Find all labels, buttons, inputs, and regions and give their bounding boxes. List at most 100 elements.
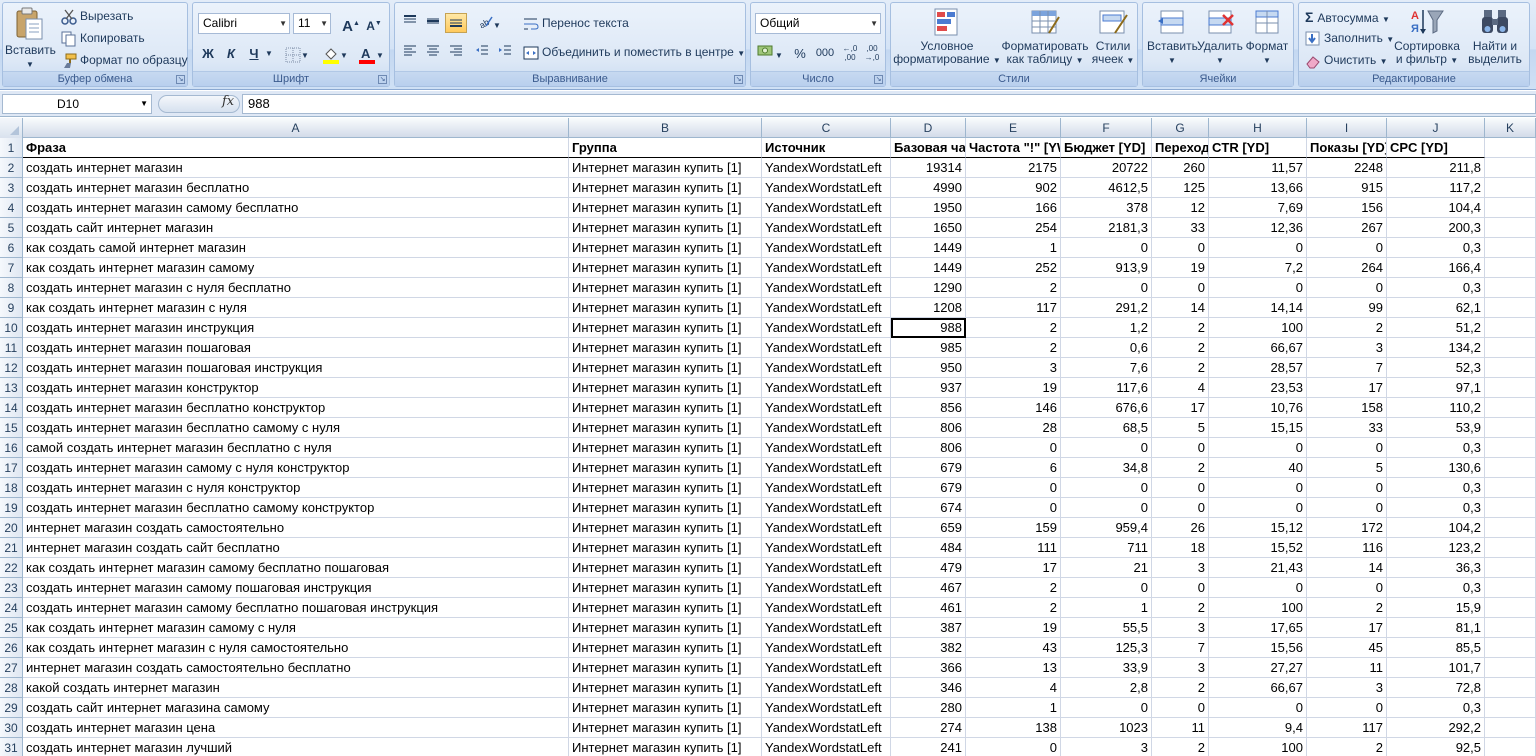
table-cell[interactable]: Интернет магазин купить [1] bbox=[569, 318, 762, 338]
table-cell[interactable]: создать интернет магазин самому с нуля к… bbox=[23, 458, 569, 478]
table-cell[interactable]: YandexWordstatLeft bbox=[762, 198, 891, 218]
table-cell[interactable]: создать интернет магазин с нуля бесплатн… bbox=[23, 278, 569, 298]
table-cell[interactable]: 99 bbox=[1307, 298, 1387, 318]
empty-cell[interactable] bbox=[1485, 198, 1536, 218]
table-cell[interactable]: 21 bbox=[1061, 558, 1152, 578]
table-cell[interactable]: 1290 bbox=[891, 278, 966, 298]
empty-cell[interactable] bbox=[1485, 318, 1536, 338]
table-cell[interactable]: YandexWordstatLeft bbox=[762, 238, 891, 258]
table-cell[interactable]: YandexWordstatLeft bbox=[762, 438, 891, 458]
table-cell[interactable]: 19 bbox=[1152, 258, 1209, 278]
table-cell[interactable]: 2 bbox=[1152, 598, 1209, 618]
table-cell[interactable]: самой создать интернет магазин бесплатно… bbox=[23, 438, 569, 458]
table-cell[interactable]: 12 bbox=[1152, 198, 1209, 218]
table-cell[interactable]: 100 bbox=[1209, 738, 1307, 756]
table-cell[interactable]: 125 bbox=[1152, 178, 1209, 198]
column-header-j[interactable]: J bbox=[1387, 118, 1485, 138]
empty-cell[interactable] bbox=[1485, 538, 1536, 558]
font-name-combo[interactable]: Calibri ▼ bbox=[198, 13, 290, 34]
table-cell[interactable]: 0 bbox=[1307, 238, 1387, 258]
number-format-dropdown-icon[interactable]: ▼ bbox=[870, 14, 878, 33]
table-cell[interactable]: 55,5 bbox=[1061, 618, 1152, 638]
empty-cell[interactable] bbox=[1485, 398, 1536, 418]
empty-cell[interactable] bbox=[1485, 698, 1536, 718]
table-cell[interactable]: 2 bbox=[1152, 338, 1209, 358]
cell-styles-button[interactable]: Стили ячеек ▼ bbox=[1091, 7, 1135, 67]
table-cell[interactable]: 0 bbox=[1209, 438, 1307, 458]
table-cell[interactable]: YandexWordstatLeft bbox=[762, 478, 891, 498]
row-header[interactable]: 19 bbox=[0, 498, 23, 518]
table-cell[interactable]: Интернет магазин купить [1] bbox=[569, 678, 762, 698]
table-cell[interactable]: 0 bbox=[1061, 238, 1152, 258]
table-cell[interactable]: YandexWordstatLeft bbox=[762, 338, 891, 358]
currency-button[interactable]: ▼ bbox=[755, 43, 785, 63]
font-size-dropdown-icon[interactable]: ▼ bbox=[320, 14, 328, 33]
table-cell[interactable]: создать интернет магазин конструктор bbox=[23, 378, 569, 398]
table-cell[interactable]: 902 bbox=[966, 178, 1061, 198]
row-header[interactable]: 9 bbox=[0, 298, 23, 318]
table-cell[interactable]: 2 bbox=[1307, 318, 1387, 338]
table-cell[interactable]: Интернет магазин купить [1] bbox=[569, 738, 762, 756]
table-cell[interactable]: Интернет магазин купить [1] bbox=[569, 178, 762, 198]
table-cell[interactable]: YandexWordstatLeft bbox=[762, 698, 891, 718]
table-cell[interactable]: создать интернет магазин бесплатно bbox=[23, 178, 569, 198]
table-cell[interactable]: 382 bbox=[891, 638, 966, 658]
row-header[interactable]: 4 bbox=[0, 198, 23, 218]
table-cell[interactable]: как создать интернет магазин самому bbox=[23, 258, 569, 278]
table-cell[interactable]: YandexWordstatLeft bbox=[762, 638, 891, 658]
column-header-b[interactable]: B bbox=[569, 118, 762, 138]
table-cell[interactable]: 19 bbox=[966, 378, 1061, 398]
table-cell[interactable]: 679 bbox=[891, 478, 966, 498]
table-cell[interactable]: 1208 bbox=[891, 298, 966, 318]
align-top-button[interactable] bbox=[399, 13, 421, 33]
table-cell[interactable]: как создать самой интернет магазин bbox=[23, 238, 569, 258]
table-cell[interactable]: 711 bbox=[1061, 538, 1152, 558]
table-cell[interactable]: 0 bbox=[1061, 498, 1152, 518]
table-cell[interactable]: 4 bbox=[966, 678, 1061, 698]
row-header[interactable]: 6 bbox=[0, 238, 23, 258]
row-header[interactable]: 31 bbox=[0, 738, 23, 756]
table-cell[interactable]: 1 bbox=[1061, 598, 1152, 618]
table-cell[interactable]: 3 bbox=[1152, 618, 1209, 638]
select-all-button[interactable] bbox=[0, 118, 23, 138]
table-cell[interactable]: 3 bbox=[1061, 738, 1152, 756]
table-cell[interactable]: 17 bbox=[1152, 398, 1209, 418]
row-header[interactable]: 8 bbox=[0, 278, 23, 298]
table-cell[interactable]: 81,1 bbox=[1387, 618, 1485, 638]
table-cell[interactable]: Интернет магазин купить [1] bbox=[569, 478, 762, 498]
table-cell[interactable]: 0 bbox=[1209, 278, 1307, 298]
table-cell[interactable]: 166 bbox=[966, 198, 1061, 218]
table-cell[interactable]: создать интернет магазин самому бесплатн… bbox=[23, 598, 569, 618]
table-cell[interactable]: YandexWordstatLeft bbox=[762, 318, 891, 338]
table-cell[interactable]: 21,43 bbox=[1209, 558, 1307, 578]
table-cell[interactable]: 0 bbox=[1061, 438, 1152, 458]
align-bottom-button[interactable] bbox=[445, 13, 467, 33]
row-header[interactable]: 30 bbox=[0, 718, 23, 738]
conditional-formatting-button[interactable]: Условное форматирование ▼ bbox=[893, 7, 1001, 67]
table-cell[interactable]: 159 bbox=[966, 518, 1061, 538]
table-cell[interactable]: 97,1 bbox=[1387, 378, 1485, 398]
empty-cell[interactable] bbox=[1485, 218, 1536, 238]
table-cell[interactable]: 0 bbox=[1061, 278, 1152, 298]
table-cell[interactable]: 0,6 bbox=[1061, 338, 1152, 358]
table-cell[interactable]: 19 bbox=[966, 618, 1061, 638]
table-cell[interactable]: YandexWordstatLeft bbox=[762, 398, 891, 418]
table-cell[interactable]: 43 bbox=[966, 638, 1061, 658]
table-cell[interactable]: 51,2 bbox=[1387, 318, 1485, 338]
table-cell[interactable]: 2 bbox=[1307, 738, 1387, 756]
row-header[interactable]: 11 bbox=[0, 338, 23, 358]
empty-cell[interactable] bbox=[1485, 138, 1536, 158]
table-cell[interactable]: 19314 bbox=[891, 158, 966, 178]
table-cell[interactable]: YandexWordstatLeft bbox=[762, 278, 891, 298]
empty-cell[interactable] bbox=[1485, 378, 1536, 398]
table-cell[interactable]: 4990 bbox=[891, 178, 966, 198]
column-header-a[interactable]: A bbox=[23, 118, 569, 138]
table-cell[interactable]: 479 bbox=[891, 558, 966, 578]
table-cell[interactable]: интернет магазин создать сайт бесплатно bbox=[23, 538, 569, 558]
table-cell[interactable]: 937 bbox=[891, 378, 966, 398]
table-cell[interactable]: YandexWordstatLeft bbox=[762, 538, 891, 558]
table-cell[interactable]: 254 bbox=[966, 218, 1061, 238]
table-cell[interactable]: 117,2 bbox=[1387, 178, 1485, 198]
table-cell[interactable]: 123,2 bbox=[1387, 538, 1485, 558]
table-cell[interactable]: YandexWordstatLeft bbox=[762, 218, 891, 238]
